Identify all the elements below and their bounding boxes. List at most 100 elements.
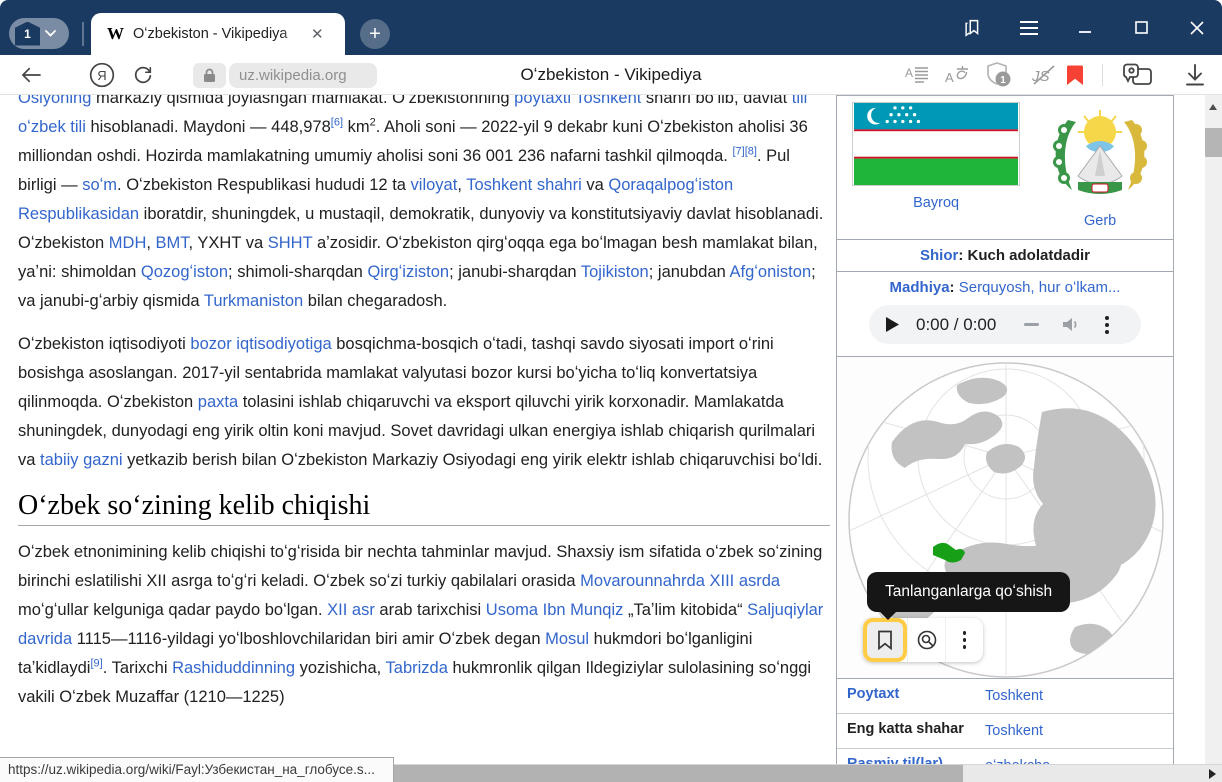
article-link[interactable]: Qozogʻiston [141,263,228,281]
add-bookmark-button[interactable] [863,618,907,662]
javascript-blocked-icon[interactable]: JS [1030,64,1058,86]
text-run: ; janubi-sharqdan [449,263,581,281]
toolbar-separator [1102,64,1103,86]
add-to-collections-tooltip: Tanlanganlarga qoʻshish [867,572,1070,612]
reference-link[interactable]: [6] [331,117,343,129]
article-link[interactable]: soʻm [82,176,117,194]
close-button[interactable] [1186,17,1208,39]
status-link-preview: https://uz.wikipedia.org/wiki/Fayl:Узбек… [0,757,394,782]
paragraph: Osiyoning markaziy qismida joylashgan ma… [18,84,830,316]
image-hover-toolbar [863,618,983,662]
infobox-media-row: Bayroq [837,96,1173,239]
article-link[interactable]: Usoma Ibn Munqiz [486,601,624,619]
site-security-button[interactable] [193,63,226,88]
article-link[interactable]: Tojikiston [581,263,649,281]
navigation-toolbar: Я uz.wikipedia.org Oʻzbekiston - Vikiped… [0,55,1222,95]
section-heading: Oʻzbek soʻzining kelib chiqishi [18,491,830,526]
wikipedia-favicon: W [107,24,124,44]
uzbekistan-flag-image[interactable] [852,102,1020,186]
menu-icon[interactable] [1018,17,1040,39]
vertical-scroll-thumb[interactable] [1205,128,1222,157]
article-link[interactable]: paxta [198,393,238,411]
article-link[interactable]: tabiiy gazni [40,451,123,469]
minimize-button[interactable] [1074,17,1096,39]
protect-shield-icon[interactable]: 1 [985,61,1015,89]
text-run: yetkazib berish bilan Oʻzbekiston Markaz… [123,451,823,469]
translate-icon[interactable]: A [945,64,971,86]
scroll-right-arrow-icon[interactable] [1209,769,1216,779]
yandex-home-icon[interactable]: Я [89,62,115,88]
bookmark-added-icon[interactable] [1066,64,1084,86]
text-run: Oʻzbekiston iqtisodiyoti [18,335,190,353]
downloads-icon[interactable] [1184,63,1206,87]
article-link[interactable]: Rashiduddinning [172,659,295,677]
text-run: , [457,176,466,194]
svg-text:JS: JS [1031,68,1050,85]
motto-link[interactable]: Shior [920,247,958,264]
reload-button[interactable] [132,64,154,86]
article-link[interactable]: bozor iqtisodiyotiga [190,335,331,353]
audio-player: 0:00 / 0:00 [869,305,1141,344]
tab-close-icon[interactable]: ✕ [311,27,324,42]
infobox-row-label: Eng katta shahar [847,721,985,741]
address-bar[interactable]: uz.wikipedia.org [229,63,377,88]
text-run: . Oʻzbekiston Respublikasi hududi 12 ta [117,176,411,194]
tab-group-button[interactable]: 1 [9,18,69,49]
article-link[interactable]: Turkmaniston [204,292,303,310]
emblem-link[interactable]: Gerb [1084,213,1116,229]
article-link[interactable]: Tabrizda [386,659,448,677]
flag-link[interactable]: Bayroq [913,195,959,211]
tab-group-badge: 1 [15,22,40,46]
anthem-title-link[interactable]: Serquyosh, hur oʻlkam... [959,279,1121,296]
text-run: ; shimoli-sharqdan [228,263,367,281]
text-run: arab tarixchisi [375,601,486,619]
text-run: ; janubdan [649,263,730,281]
reader-mode-icon[interactable]: A [905,65,929,85]
scroll-up-arrow-icon[interactable] [1209,104,1217,110]
article-link[interactable]: Afgʻoniston [729,263,811,281]
text-run: hisoblanadi. Maydoni — 448,978 [86,118,331,136]
infobox-row-value: Toshkent [985,721,1043,741]
search-by-image-button[interactable] [907,618,945,662]
player-menu-icon[interactable] [1105,316,1109,334]
text-run: , [146,234,155,252]
article-link[interactable]: Qirgʻiziston [367,263,449,281]
article-link[interactable]: SHHT [268,234,313,252]
article-link[interactable]: Mosul [545,630,589,648]
article-link[interactable]: MDH [109,234,147,252]
anthem-sep: : [950,279,959,296]
bookmarks-panel-icon[interactable] [962,17,984,39]
article-link[interactable]: viloyat [411,176,458,194]
volume-icon[interactable] [1061,316,1081,333]
active-tab[interactable]: W Oʻzbekiston - Vikipediya ✕ [91,13,345,55]
text-run: . Tarixchi [103,659,172,677]
anthem-link[interactable]: Madhiya [890,279,950,296]
infobox-value-link[interactable]: Toshkent [985,723,1043,739]
new-tab-button[interactable]: + [360,19,390,49]
svg-text:Я: Я [97,68,106,83]
article-link[interactable]: Movarounnahrda XIII asrda [580,572,780,590]
infobox-row-label[interactable]: Poytaxt [847,686,985,706]
page-content: Osiyoning markaziy qismida joylashgan ma… [0,95,1222,782]
player-seek-dash[interactable] [1024,323,1039,326]
article-link[interactable]: BMT [156,234,189,252]
image-more-button[interactable] [945,618,983,662]
text-run: bilan chegaradosh. [303,292,447,310]
uzbekistan-emblem-image[interactable] [1048,102,1152,204]
infobox-value-link[interactable]: Toshkent [985,688,1043,704]
article-link[interactable]: XII asr [327,601,375,619]
paragraph: Oʻzbek etnonimining kelib chiqishi toʻgʻ… [18,538,830,712]
article-link[interactable]: Toshkent shahri [466,176,582,194]
play-icon[interactable] [885,316,900,333]
infobox-row-value: Toshkent [985,686,1043,706]
reference-link[interactable]: [7][8] [732,146,756,158]
back-button[interactable] [20,66,42,84]
maximize-button[interactable] [1130,17,1152,39]
svg-text:A: A [905,66,913,80]
reference-link[interactable]: [9] [90,658,102,670]
collections-icon[interactable] [1122,62,1158,88]
text-run: 1115—1116-yildagi yoʻlboshlovchilaridan … [72,630,545,648]
text-run: va [582,176,609,194]
article-link[interactable]: oʻzbek tili [18,118,86,136]
vertical-scrollbar[interactable] [1205,95,1222,782]
